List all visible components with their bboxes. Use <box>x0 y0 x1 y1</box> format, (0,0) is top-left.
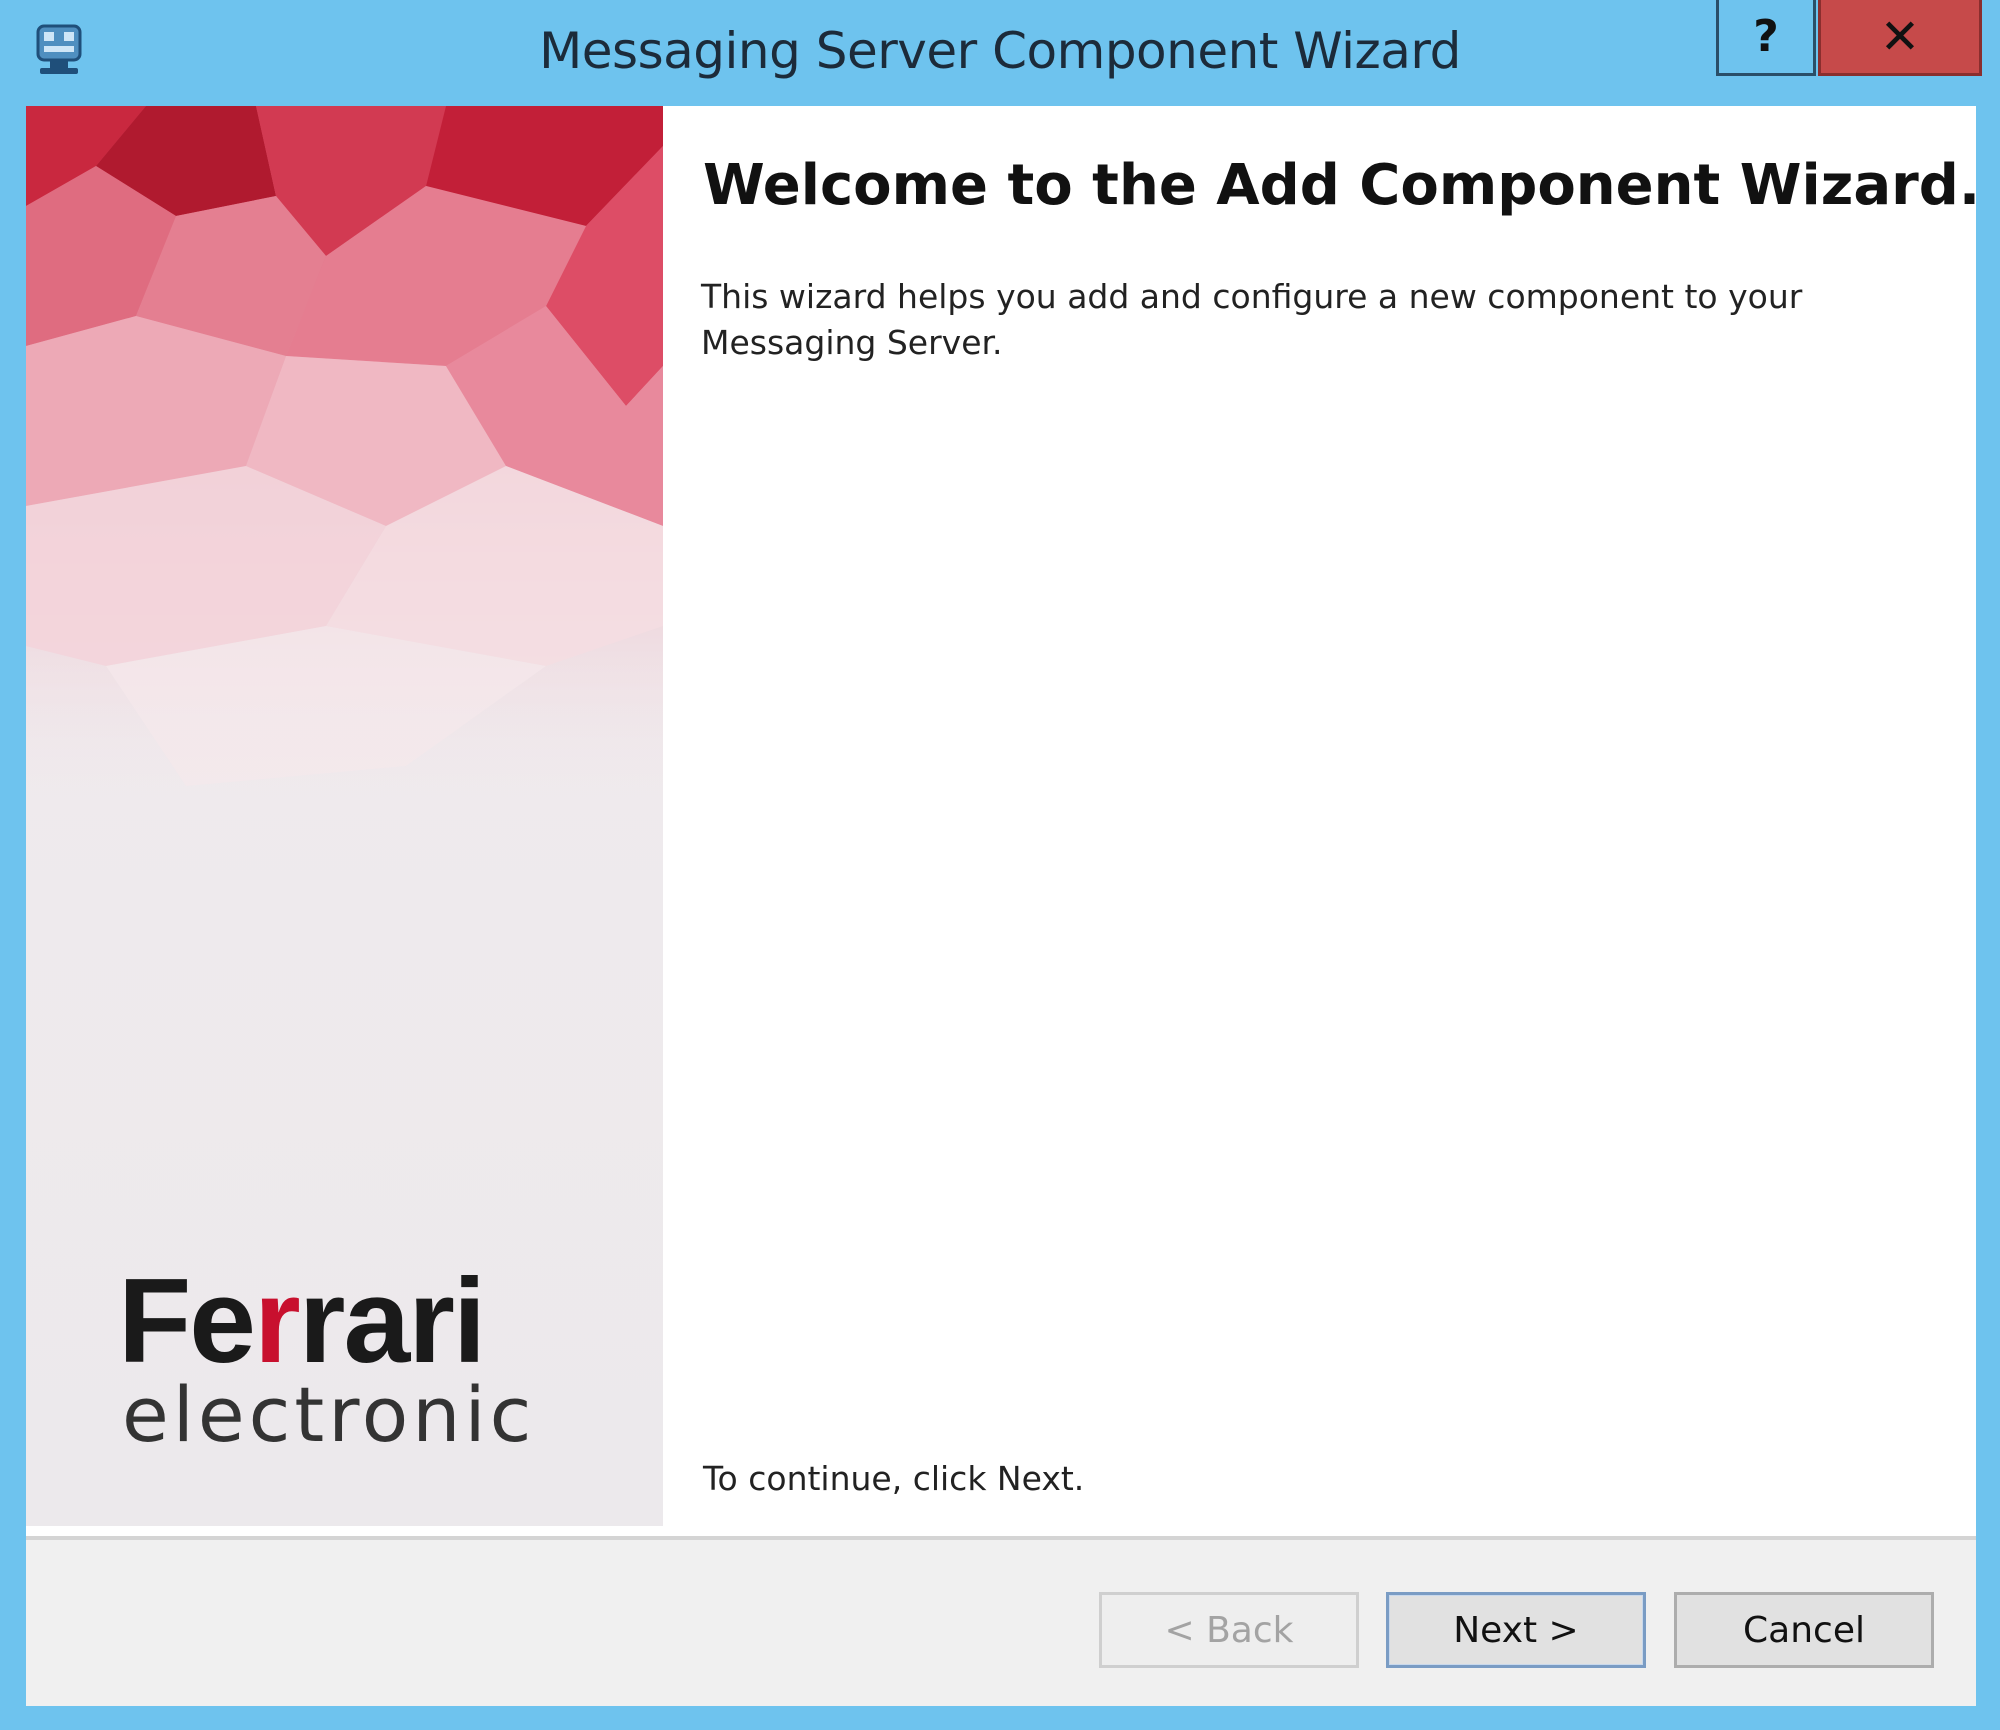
wizard-window: Messaging Server Component Wizard ? ✕ Fe… <box>0 0 2000 1730</box>
help-button[interactable]: ? <box>1716 0 1816 76</box>
cancel-button[interactable]: Cancel <box>1674 1592 1934 1668</box>
page-title: Welcome to the Add Component Wizard. <box>703 153 1976 218</box>
wizard-client-area: Ferrari electronic Welcome to the Add Co… <box>26 106 1976 1706</box>
logo-subtext: electronic <box>122 1370 536 1459</box>
title-bar[interactable]: Messaging Server Component Wizard ? ✕ <box>0 0 2000 106</box>
wizard-description: This wizard helps you add and configure … <box>701 277 1803 362</box>
back-button[interactable]: < Back <box>1099 1592 1359 1668</box>
server-components-icon <box>36 24 82 74</box>
geometric-banner-art <box>26 106 663 826</box>
logo-wordmark: Ferrari <box>118 1254 486 1388</box>
window-title: Messaging Server Component Wizard <box>539 22 1461 80</box>
continue-instruction: To continue, click Next. <box>703 1459 1085 1498</box>
close-button[interactable]: ✕ <box>1818 0 1982 76</box>
button-bar: < Back Next > Cancel <box>26 1540 1976 1706</box>
wizard-banner: Ferrari electronic <box>26 106 663 1526</box>
wizard-content: Welcome to the Add Component Wizard. Thi… <box>663 106 1976 1526</box>
next-button[interactable]: Next > <box>1386 1592 1646 1668</box>
ferrari-electronic-logo: Ferrari electronic <box>118 1254 588 1459</box>
